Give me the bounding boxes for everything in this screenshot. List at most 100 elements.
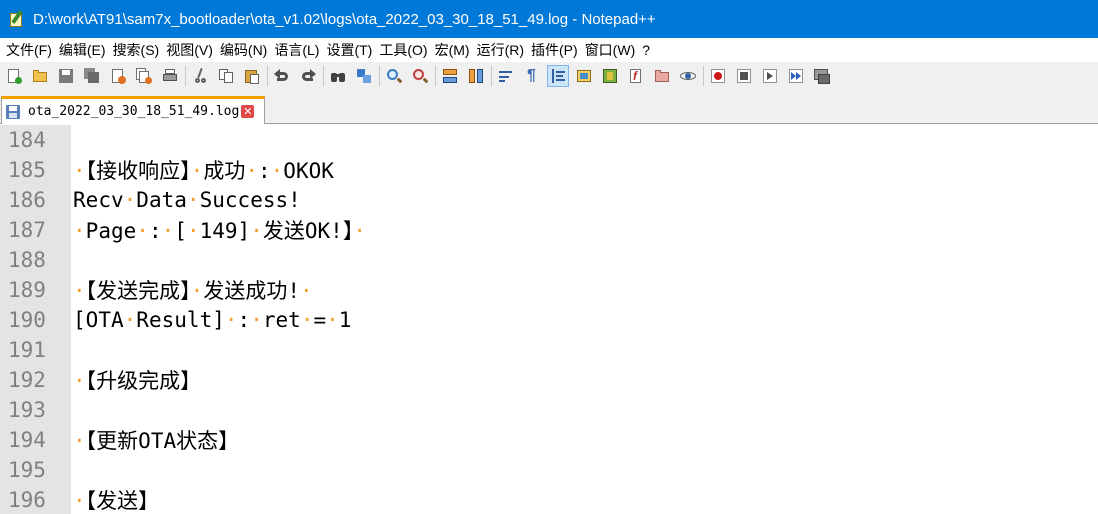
redo-icon	[300, 68, 316, 84]
zoom-in-button[interactable]	[383, 65, 405, 87]
new-file-button[interactable]	[3, 65, 25, 87]
saved-file-icon	[6, 104, 20, 119]
document-map-icon	[602, 68, 618, 84]
toolbar-separator	[323, 66, 324, 86]
save-macro-button[interactable]	[811, 65, 833, 87]
line-text: ·Page·:·[·149]·发送OK!】·	[73, 219, 366, 243]
window-title: D:\work\AT91\sam7x_bootloader\ota_v1.02\…	[33, 10, 656, 28]
menu-tools[interactable]: 工具(O)	[376, 40, 431, 60]
show-all-characters-button[interactable]: ¶	[521, 65, 543, 87]
notepadpp-app-icon	[8, 10, 24, 27]
line-number: 191	[8, 338, 46, 362]
editor-line[interactable]: 185 ·【接收响应】·成功·:·OKOK	[0, 155, 1098, 185]
menu-run[interactable]: 运行(R)	[474, 40, 528, 60]
title-bar: D:\work\AT91\sam7x_bootloader\ota_v1.02\…	[0, 0, 1098, 38]
menu-view[interactable]: 视图(V)	[163, 40, 217, 60]
redo-button[interactable]	[297, 65, 319, 87]
toolbar-separator	[491, 66, 492, 86]
monitoring-button[interactable]	[677, 65, 699, 87]
menu-bar: 文件(F) 编辑(E) 搜索(S) 视图(V) 编码(N) 语言(L) 设置(T…	[0, 38, 1098, 62]
menu-window[interactable]: 窗口(W)	[582, 40, 640, 60]
cut-button[interactable]	[189, 65, 211, 87]
eye-icon	[680, 68, 696, 84]
replace-button[interactable]	[353, 65, 375, 87]
menu-plugins[interactable]: 插件(P)	[528, 40, 582, 60]
editor-line[interactable]: 191	[0, 335, 1098, 365]
toolbar-separator	[435, 66, 436, 86]
editor-line[interactable]: 194 ·【更新OTA状态】	[0, 425, 1098, 455]
save-all-button[interactable]	[81, 65, 103, 87]
clipboard-icon	[244, 68, 260, 84]
play-macro-button[interactable]	[759, 65, 781, 87]
save-button[interactable]	[55, 65, 77, 87]
line-text: Recv·Data·Success!	[73, 188, 301, 212]
stop-macro-button[interactable]	[733, 65, 755, 87]
line-number: 192	[8, 368, 46, 392]
save-macro-icon	[814, 68, 830, 84]
folder-open-icon	[32, 68, 48, 84]
close-file-icon	[110, 68, 126, 84]
paste-button[interactable]	[241, 65, 263, 87]
sync-vertical-button[interactable]	[439, 65, 461, 87]
stop-icon	[736, 68, 752, 84]
undo-button[interactable]	[271, 65, 293, 87]
menu-edit[interactable]: 编辑(E)	[56, 40, 110, 60]
print-button[interactable]	[159, 65, 181, 87]
tab-label: ota_2022_03_30_18_51_49.log	[28, 104, 240, 119]
editor-line[interactable]: 193	[0, 395, 1098, 425]
editor-line[interactable]: 195	[0, 455, 1098, 485]
editor-line[interactable]: 186 Recv·Data·Success!	[0, 185, 1098, 215]
printer-icon	[162, 68, 178, 84]
line-number: 195	[8, 458, 46, 482]
pilcrow-icon: ¶	[527, 67, 536, 84]
save-icon	[58, 68, 74, 84]
editor-line[interactable]: 189 ·【发送完成】·发送成功!·	[0, 275, 1098, 305]
find-button[interactable]	[327, 65, 349, 87]
record-icon	[710, 68, 726, 84]
editor-line[interactable]: 188	[0, 245, 1098, 275]
indent-guide-button[interactable]	[547, 65, 569, 87]
copy-button[interactable]	[215, 65, 237, 87]
zoom-out-button[interactable]	[409, 65, 431, 87]
menu-help[interactable]: ?	[639, 42, 654, 58]
menu-file[interactable]: 文件(F)	[3, 40, 56, 60]
zoom-out-icon	[412, 68, 429, 84]
document-map-button[interactable]	[599, 65, 621, 87]
sync-horizontal-button[interactable]	[465, 65, 487, 87]
editor-line[interactable]: 196 ·【发送】	[0, 485, 1098, 514]
editor-line[interactable]: 190 [OTA·Result]·:·ret·=·1	[0, 305, 1098, 335]
tab-ota-log[interactable]: ota_2022_03_30_18_51_49.log ✕	[1, 96, 265, 124]
folder-icon	[654, 68, 670, 84]
folder-as-workspace-button[interactable]	[651, 65, 673, 87]
word-wrap-icon	[498, 68, 514, 84]
run-macro-multiple-button[interactable]	[785, 65, 807, 87]
editor-line[interactable]: 192 ·【升级完成】	[0, 365, 1098, 395]
line-number: 189	[8, 278, 46, 302]
user-defined-language-button[interactable]	[573, 65, 595, 87]
menu-search[interactable]: 搜索(S)	[110, 40, 164, 60]
save-all-icon	[84, 68, 100, 84]
line-text: ·【发送完成】·发送成功!·	[73, 279, 313, 303]
menu-encoding[interactable]: 编码(N)	[217, 40, 271, 60]
line-number: 194	[8, 428, 46, 452]
close-file-button[interactable]	[107, 65, 129, 87]
open-file-button[interactable]	[29, 65, 51, 87]
editor-line[interactable]: 187 ·Page·:·[·149]·发送OK!】·	[0, 215, 1098, 245]
toolbar: ¶ f	[0, 62, 1098, 90]
menu-settings[interactable]: 设置(T)	[323, 40, 376, 60]
function-list-icon: f	[628, 68, 644, 84]
editor-line[interactable]: 184	[0, 125, 1098, 155]
tab-bar: ota_2022_03_30_18_51_49.log ✕	[0, 90, 1098, 124]
binoculars-icon	[330, 68, 346, 84]
undo-icon	[274, 68, 290, 84]
record-macro-button[interactable]	[707, 65, 729, 87]
menu-macro[interactable]: 宏(M)	[432, 40, 474, 60]
line-number: 188	[8, 248, 46, 272]
editor[interactable]: 184 185 ·【接收响应】·成功·:·OKOK 186 Recv·Data·Succ…	[0, 125, 1098, 514]
function-list-button[interactable]: f	[625, 65, 647, 87]
tab-close-icon[interactable]: ✕	[241, 105, 255, 118]
word-wrap-button[interactable]	[495, 65, 517, 87]
zoom-in-icon	[386, 68, 403, 84]
menu-language[interactable]: 语言(L)	[271, 40, 323, 60]
close-all-button[interactable]	[133, 65, 155, 87]
